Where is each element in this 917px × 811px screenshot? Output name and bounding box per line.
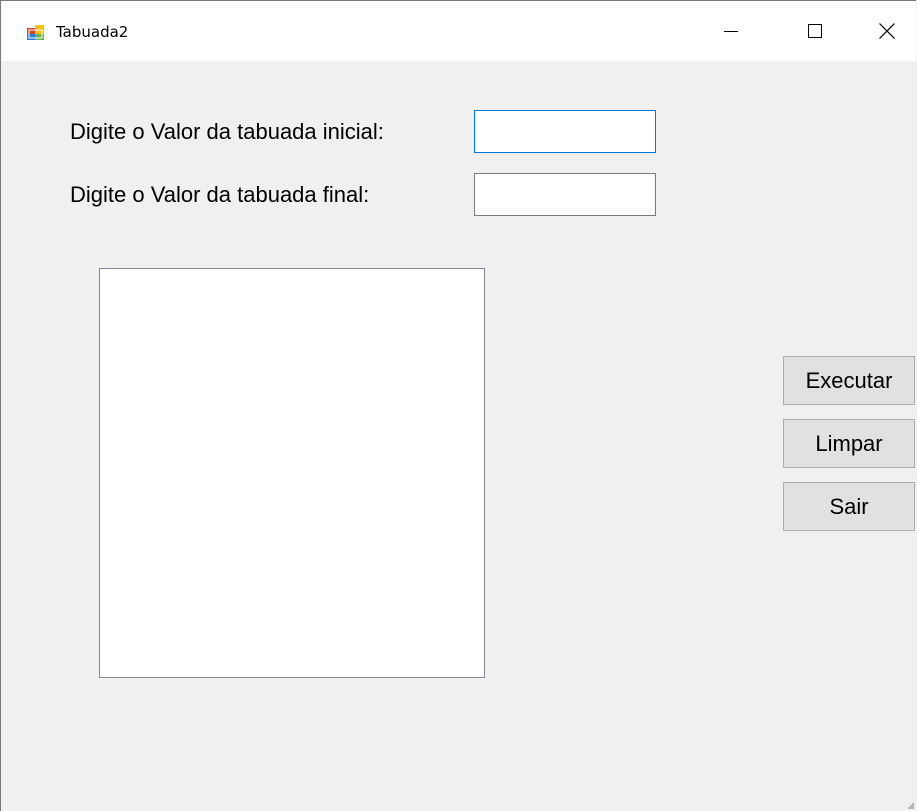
label-final-value: Digite o Valor da tabuada final: — [70, 182, 370, 207]
app-icon — [27, 25, 44, 40]
resize-grip-icon[interactable] — [908, 803, 914, 809]
minimize-icon — [724, 31, 738, 32]
close-icon — [879, 23, 895, 39]
sair-button[interactable]: Sair — [783, 482, 915, 531]
minimize-button[interactable] — [701, 1, 761, 61]
executar-button[interactable]: Executar — [783, 356, 915, 405]
close-button[interactable] — [857, 1, 917, 61]
results-listbox[interactable] — [99, 268, 485, 678]
maximize-icon — [808, 24, 822, 38]
label-initial-value: Digite o Valor da tabuada inicial: — [70, 119, 384, 144]
window-title: Tabuada2 — [56, 23, 129, 41]
maximize-button[interactable] — [785, 1, 845, 61]
title-bar[interactable]: Tabuada2 — [1, 1, 916, 61]
limpar-button[interactable]: Limpar — [783, 419, 915, 468]
main-window: Tabuada2 Digite o Valor da tabuada inici… — [0, 0, 916, 811]
initial-value-input[interactable] — [474, 110, 656, 153]
final-value-input[interactable] — [474, 173, 656, 216]
